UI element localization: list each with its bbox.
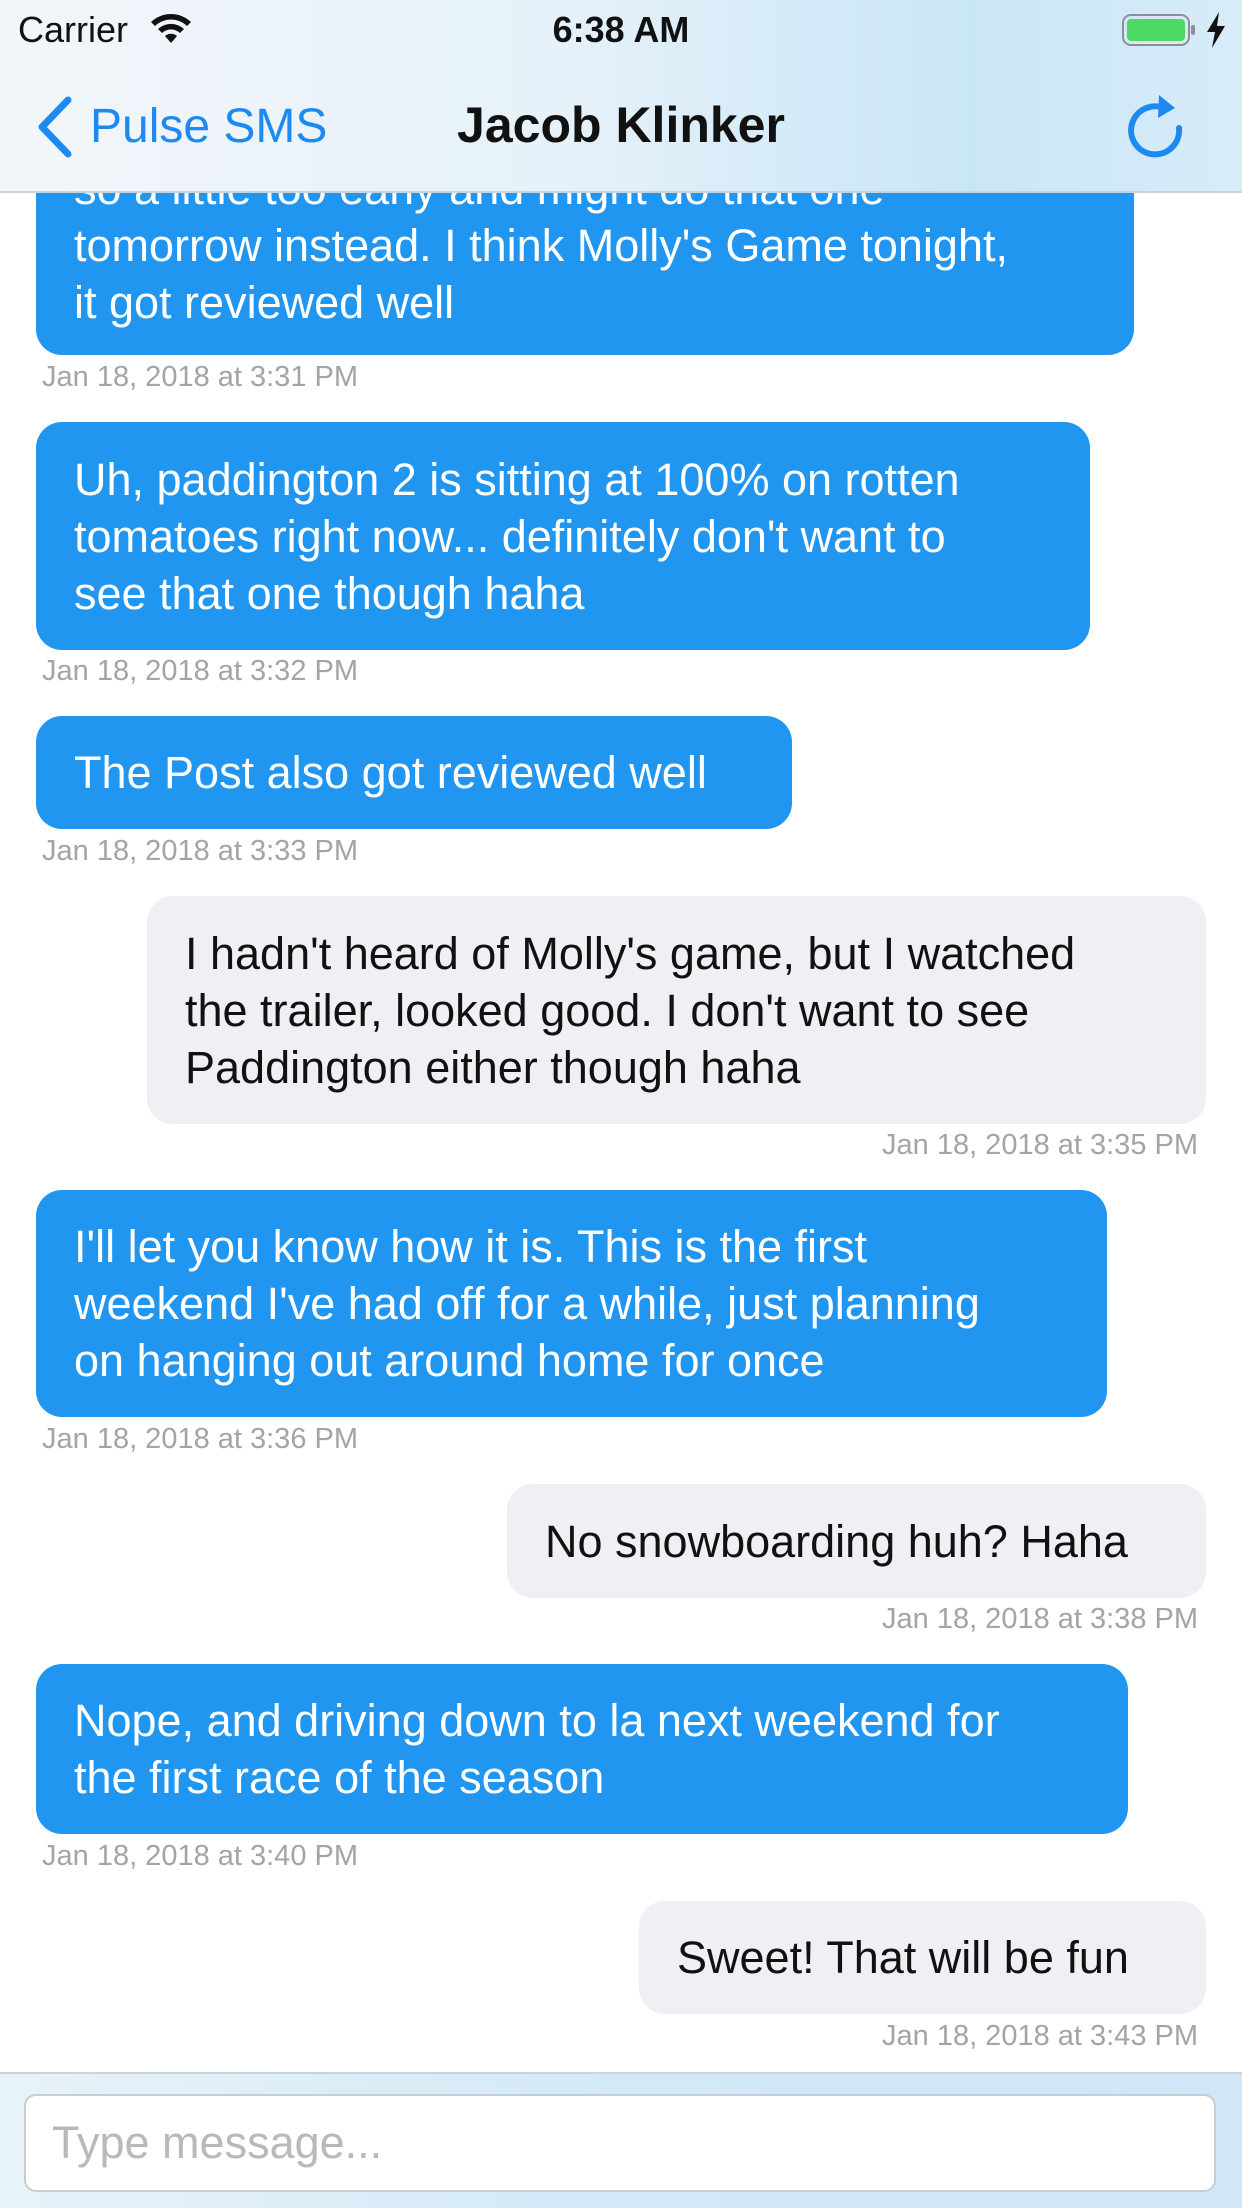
message-text: I hadn't heard of Molly's game, but I wa… [185,927,1076,1093]
message-bubble-incoming[interactable]: I'll let you know how it is. This is the… [36,1190,1107,1417]
message-composer [0,2072,1242,2208]
message-bubble-outgoing[interactable]: No snowboarding huh? Haha [507,1484,1206,1598]
message-timestamp: Jan 18, 2018 at 3:43 PM [882,2020,1198,2052]
message-timestamp: Jan 18, 2018 at 3:38 PM [882,1603,1198,1635]
conversation-title: Jacob Klinker [457,97,785,153]
message-timestamp: Jan 18, 2018 at 3:40 PM [42,1840,358,1872]
conversation-screen: so a little too early and might do that … [0,0,1242,2208]
message-bubble-outgoing[interactable]: I hadn't heard of Molly's game, but I wa… [147,896,1206,1124]
message-timestamp: Jan 18, 2018 at 3:35 PM [882,1129,1198,1161]
refresh-icon[interactable] [1125,92,1187,162]
message-text: Nope, and driving down to la next weeken… [74,1695,1000,1803]
message-list[interactable]: so a little too early and might do that … [0,0,1242,2072]
message-text: No snowboarding huh? Haha [545,1515,1128,1567]
message-bubble-incoming[interactable]: The Post also got reviewed well [36,716,792,829]
message-timestamp: Jan 18, 2018 at 3:31 PM [42,361,358,393]
message-text: The Post also got reviewed well [74,747,707,798]
navigation-header: Carrier 6:38 AM Pulse SMS Jacob Klinker [0,0,1242,193]
message-bubble-outgoing[interactable]: Sweet! That will be fun [639,1901,1206,2014]
message-bubble-incoming[interactable]: Nope, and driving down to la next weeken… [36,1664,1128,1834]
message-bubble-incoming[interactable]: Uh, paddington 2 is sitting at 100% on r… [36,422,1090,650]
message-text: Uh, paddington 2 is sitting at 100% on r… [74,453,960,619]
charging-bolt-icon [1207,12,1225,48]
battery-icon [1122,14,1195,46]
message-input[interactable] [24,2094,1216,2192]
message-timestamp: Jan 18, 2018 at 3:32 PM [42,655,358,687]
status-time: 6:38 AM [552,9,690,50]
message-text: Sweet! That will be fun [677,1932,1129,1983]
message-timestamp: Jan 18, 2018 at 3:33 PM [42,835,358,867]
message-timestamp: Jan 18, 2018 at 3:36 PM [42,1423,358,1455]
message-text: I'll let you know how it is. This is the… [74,1221,980,1386]
